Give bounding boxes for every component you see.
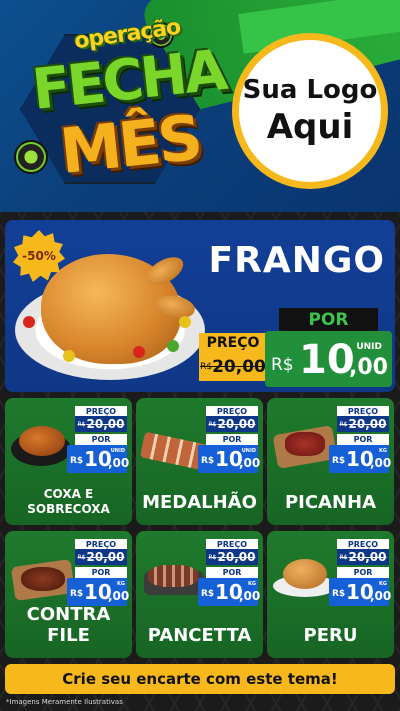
product-card: PREÇO R$ 20,00 POR R$ 10 ,00 UNID COXA E …	[5, 398, 132, 525]
old-price-currency: R$	[208, 553, 217, 561]
product-name: CONTRA FILE	[26, 604, 111, 646]
new-price-cents: ,00	[370, 456, 392, 470]
product-name: PANCETTA	[147, 625, 252, 646]
old-price-value: 20,00	[348, 550, 387, 564]
old-price: R$ 20,00	[75, 416, 127, 432]
featured-por-label: POR	[279, 308, 378, 332]
old-price-currency: R$	[200, 362, 213, 372]
new-price-cents: ,00	[108, 456, 130, 470]
preco-label: PREÇO	[206, 539, 258, 549]
preco-label: PREÇO	[337, 539, 389, 549]
por-label: POR	[337, 567, 389, 578]
header-banner: operação FECHA MÊS Sua Logo Aqui	[0, 0, 400, 212]
logo-placeholder: Sua Logo Aqui	[232, 33, 388, 189]
new-price-unit: KG	[379, 448, 387, 454]
product-card: PREÇO R$ 20,00 POR R$ 10 ,00 KG CONTRA FI…	[5, 531, 132, 658]
new-price-currency: R$	[332, 589, 346, 599]
disclaimer-text: *Imagens Meramente Ilustrativas	[6, 698, 123, 706]
new-price-cents: ,00	[239, 456, 261, 470]
new-price-cents: ,00	[349, 355, 388, 380]
product-name: PERU	[303, 625, 358, 646]
logo-text-line2: Aqui	[266, 107, 354, 147]
new-price: R$ 10 ,00 UNID	[198, 445, 261, 473]
old-price: R$ 20,00	[206, 549, 258, 565]
herb-garnish	[167, 340, 179, 352]
por-label: POR	[337, 434, 389, 445]
logo-text-line1: Sua Logo	[242, 75, 378, 105]
new-price-unit: UNID	[110, 448, 125, 454]
product-name: PICANHA	[284, 492, 377, 513]
new-price-currency: R$	[70, 589, 84, 599]
new-price: R$ 10 ,00 KG	[329, 578, 392, 606]
new-price-cents: ,00	[108, 589, 130, 603]
preco-label: PREÇO	[75, 406, 127, 416]
old-price-currency: R$	[208, 420, 217, 428]
tomato-garnish	[23, 316, 35, 328]
product-name: MEDALHÃO	[142, 492, 257, 513]
old-price-value: 20,00	[217, 417, 256, 431]
create-flyer-button[interactable]: Crie seu encarte com este tema!	[5, 664, 395, 694]
brand-title-bottom: MÊS	[56, 100, 204, 189]
new-price: R$ 10 ,00 UNID	[67, 445, 130, 473]
por-label: POR	[75, 434, 127, 445]
pepper-garnish	[179, 316, 191, 328]
new-price-cents: ,00	[239, 589, 261, 603]
new-price-unit: UNID	[356, 342, 382, 352]
old-price-currency: R$	[77, 553, 86, 561]
old-price-currency: R$	[339, 420, 348, 428]
new-price-currency: R$	[201, 456, 215, 466]
featured-old-price: R$ 20,00	[199, 353, 267, 381]
new-price-currency: R$	[201, 589, 215, 599]
new-price: R$ 10 ,00 KG	[329, 445, 392, 473]
speaker-icon	[14, 140, 48, 174]
por-label: POR	[75, 567, 127, 578]
old-price-currency: R$	[77, 420, 86, 428]
new-price-unit: UNID	[241, 448, 256, 454]
preco-label: PREÇO	[75, 539, 127, 549]
tomato-garnish	[133, 346, 145, 358]
pepper-garnish	[63, 350, 75, 362]
old-price: R$ 20,00	[337, 549, 389, 565]
featured-new-price: R$ 10 ,00 UNID	[265, 331, 392, 387]
preco-label: PREÇO	[337, 406, 389, 416]
new-price-cents: ,00	[370, 589, 392, 603]
new-price-unit: KG	[117, 581, 125, 587]
new-price: R$ 10 ,00 KG	[67, 578, 130, 606]
new-price-currency: R$	[70, 456, 84, 466]
product-name: COXA E SOBRECOXA	[27, 487, 110, 516]
old-price-currency: R$	[339, 553, 348, 561]
new-price-unit: KG	[379, 581, 387, 587]
old-price-value: 20,00	[86, 417, 125, 431]
product-card: PREÇO R$ 20,00 POR R$ 10 ,00 KG PICANHA	[267, 398, 394, 525]
por-label: POR	[206, 567, 258, 578]
new-price-value: 10	[299, 337, 355, 383]
new-price-unit: KG	[248, 581, 256, 587]
old-price: R$ 20,00	[337, 416, 389, 432]
featured-preco-label: PREÇO	[199, 333, 267, 353]
product-card: PREÇO R$ 20,00 POR R$ 10 ,00 KG PERU	[267, 531, 394, 658]
preco-label: PREÇO	[206, 406, 258, 416]
old-price: R$ 20,00	[206, 416, 258, 432]
old-price-value: 20,00	[217, 550, 256, 564]
old-price-value: 20,00	[348, 417, 387, 431]
old-price: R$ 20,00	[75, 549, 127, 565]
new-price-currency: R$	[332, 456, 346, 466]
por-label: POR	[206, 434, 258, 445]
old-price-value: 20,00	[86, 550, 125, 564]
product-card: PREÇO R$ 20,00 POR R$ 10 ,00 UNID MEDALHÃ…	[136, 398, 263, 525]
featured-product-name: FRANGO	[208, 240, 385, 281]
new-price-currency: R$	[271, 355, 294, 375]
product-card: PREÇO R$ 20,00 POR R$ 10 ,00 KG PANCETTA	[136, 531, 263, 658]
new-price: R$ 10 ,00 KG	[198, 578, 261, 606]
old-price-value: 20,00	[212, 357, 266, 377]
